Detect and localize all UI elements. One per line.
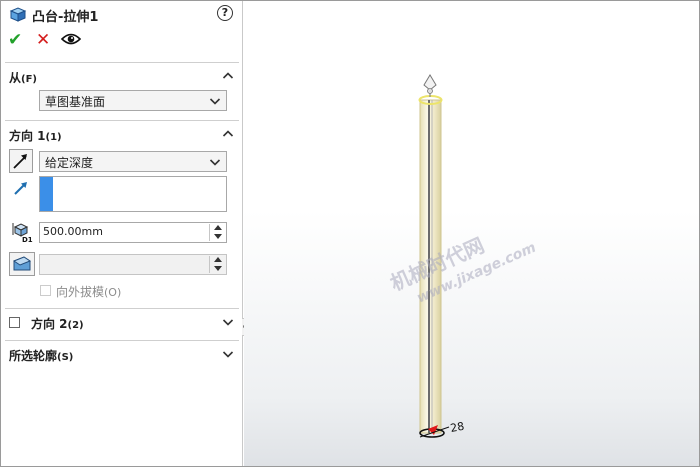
spin-up-arrow-icon <box>214 225 222 230</box>
direction1-section-header[interactable]: 方向 1(1) <box>1 124 243 146</box>
draft-outward-checkbox <box>40 285 51 296</box>
chevron-down-icon <box>209 159 221 166</box>
chevron-up-icon[interactable] <box>222 70 234 82</box>
direction1-section-title: 方向 1(1) <box>9 127 62 144</box>
depth-spin-down[interactable] <box>210 232 225 240</box>
depth-spinner[interactable] <box>209 224 225 241</box>
selected-contours-section-title: 所选轮廓(S) <box>9 347 73 364</box>
direction2-section-hotkey: (2) <box>67 320 84 331</box>
divider <box>5 120 239 121</box>
cancel-button[interactable]: ✕ <box>36 31 50 49</box>
direction1-section-label: 方向 1 <box>9 129 46 143</box>
chevron-down-icon <box>209 98 221 105</box>
feature-title: 凸台-拉伸1 <box>32 10 99 25</box>
spin-down-arrow-icon <box>214 234 222 239</box>
draft-outward-hotkey: (O) <box>104 286 122 299</box>
action-row: ✔ ✕ <box>1 29 243 53</box>
selection-box-active-indicator <box>40 177 53 211</box>
chevron-down-icon[interactable] <box>222 348 234 360</box>
selected-contours-section-header[interactable]: 所选轮廓(S) <box>1 344 243 366</box>
direction2-checkbox[interactable] <box>9 317 20 328</box>
direction2-section-label: 方向 2 <box>31 317 68 331</box>
depth-drag-handle[interactable] <box>427 88 433 94</box>
selected-contours-section-label: 所选轮廓 <box>9 349 58 363</box>
divider <box>5 62 239 63</box>
depth-value: 500.00mm <box>43 225 103 238</box>
from-section-label: 从 <box>9 71 22 85</box>
direction-reference-selection-box[interactable] <box>39 176 227 212</box>
chevron-down-icon[interactable] <box>222 316 234 328</box>
draft-spinner <box>209 256 225 273</box>
from-end-condition-select[interactable]: 草图基准面 <box>39 90 227 111</box>
depth-drag-arrow-icon[interactable] <box>423 74 437 91</box>
draft-spin-up <box>210 256 225 264</box>
from-section-title: 从(F) <box>9 69 37 86</box>
ok-button[interactable]: ✔ <box>8 31 22 49</box>
draft-angle-input <box>39 254 227 275</box>
draft-outward-label: 向外拔模(O) <box>56 283 121 300</box>
spin-up-arrow-icon <box>214 257 222 262</box>
draft-spin-down <box>210 264 225 272</box>
from-end-condition-value: 草图基准面 <box>45 95 106 109</box>
reverse-direction-button[interactable] <box>9 149 33 173</box>
depth-input[interactable]: 500.00mm <box>39 222 227 243</box>
depth-spin-up[interactable] <box>210 224 225 232</box>
divider <box>5 308 239 309</box>
draft-icon <box>12 256 32 271</box>
boss-extrude-icon <box>9 7 27 22</box>
selected-contours-section-hotkey: (S) <box>57 352 74 363</box>
diameter-dimension-label[interactable]: 28 <box>449 420 465 435</box>
chevron-up-icon[interactable] <box>222 128 234 140</box>
direction2-section-title: 方向 2(2) <box>31 315 84 332</box>
draft-toggle-button[interactable] <box>9 252 35 276</box>
direction1-section-hotkey: (1) <box>45 132 62 143</box>
preview-eye-icon[interactable] <box>61 32 81 46</box>
draft-outward-text: 向外拔模 <box>56 285 105 299</box>
direction2-section-header[interactable]: 方向 2(2) <box>1 312 243 334</box>
property-manager-panel: 凸台-拉伸1 ? ✔ ✕ 从(F) 草图基准面 方向 1(1) 给定深度 D1 … <box>1 1 243 466</box>
divider <box>5 340 239 341</box>
direction1-end-condition-value: 给定深度 <box>45 156 94 170</box>
from-section-hotkey: (F) <box>21 74 37 85</box>
reverse-direction-icon <box>13 154 27 169</box>
spin-down-arrow-icon <box>214 266 222 271</box>
depth-dimension-icon: D1 <box>12 223 33 243</box>
from-section-header[interactable]: 从(F) <box>1 66 243 88</box>
help-icon[interactable]: ? <box>217 5 233 21</box>
depth-icon-tag: D1 <box>22 236 33 243</box>
direction1-end-condition-select[interactable]: 给定深度 <box>39 151 227 172</box>
title-row: 凸台-拉伸1 ? <box>1 1 243 27</box>
direction-vector-icon <box>14 182 27 195</box>
